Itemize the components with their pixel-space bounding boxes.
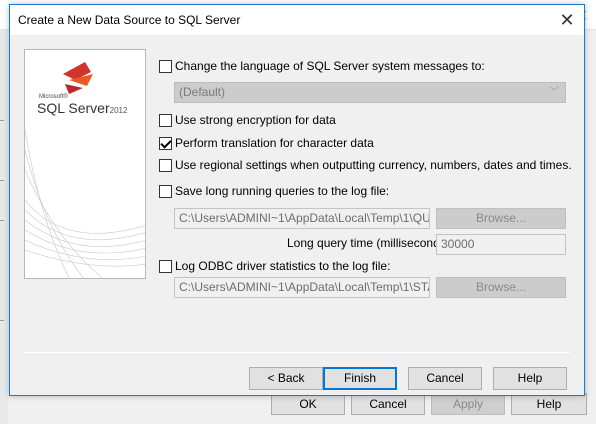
- long-query-log-path: C:\Users\ADMINI~1\AppData\Local\Temp\1\Q…: [174, 208, 430, 229]
- help-button[interactable]: Help: [493, 367, 567, 390]
- log-stats-checkbox[interactable]: [159, 259, 172, 273]
- logo-year: 2012: [109, 106, 128, 115]
- parent-left-edge: [0, 30, 8, 424]
- language-combo: (Default) ﹀: [174, 82, 566, 103]
- parent-cancel-button[interactable]: Cancel: [351, 393, 425, 415]
- strong-encryption-option[interactable]: Use strong encryption for data: [159, 112, 336, 128]
- strong-encryption-checkbox[interactable]: [159, 113, 172, 127]
- parent-edge-mark: [0, 220, 4, 221]
- perform-translation-option[interactable]: Perform translation for character data: [159, 135, 374, 151]
- parent-right-edge: [584, 30, 596, 424]
- parent-ok-button[interactable]: OK: [271, 393, 345, 415]
- change-language-label: Change the language of SQL Server system…: [175, 59, 485, 73]
- create-data-source-dialog: Create a New Data Source to SQL Server ✕: [9, 4, 585, 396]
- parent-apply-button: Apply: [431, 393, 505, 415]
- language-combo-value: (Default): [179, 85, 226, 99]
- parent-edge-mark: [0, 180, 4, 181]
- regional-settings-option[interactable]: Use regional settings when outputting cu…: [159, 157, 572, 173]
- dialog-title: Create a New Data Source to SQL Server: [18, 13, 241, 27]
- regional-settings-label: Use regional settings when outputting cu…: [175, 158, 572, 172]
- parent-help-button[interactable]: Help: [511, 393, 587, 415]
- perform-translation-label: Perform translation for character data: [175, 136, 374, 150]
- sql-server-logo-panel: Microsoft® SQL Server2012: [24, 49, 146, 279]
- close-icon[interactable]: ✕: [550, 5, 584, 35]
- long-query-browse-button: Browse...: [436, 208, 566, 229]
- log-stats-label: Log ODBC driver statistics to the log fi…: [175, 259, 391, 273]
- chevron-down-icon: ﹀: [549, 87, 559, 98]
- stats-log-path: C:\Users\ADMINI~1\AppData\Local\Temp\1\S…: [174, 277, 430, 298]
- parent-edge-mark: [0, 320, 4, 321]
- stats-browse-button: Browse...: [436, 277, 566, 298]
- change-language-checkbox[interactable]: [159, 59, 172, 73]
- save-long-queries-option[interactable]: Save long running queries to the log fil…: [159, 183, 389, 199]
- change-language-option[interactable]: Change the language of SQL Server system…: [159, 58, 485, 74]
- sql-server-logo-icon: [63, 62, 93, 94]
- finish-button[interactable]: Finish: [323, 367, 397, 390]
- regional-settings-checkbox[interactable]: [159, 158, 172, 172]
- strong-encryption-label: Use strong encryption for data: [175, 113, 336, 127]
- logo-brand: SQL Server2012: [37, 100, 127, 116]
- long-query-time-label: Long query time (milliseconds):: [287, 236, 454, 250]
- save-long-queries-checkbox[interactable]: [159, 184, 172, 198]
- perform-translation-checkbox[interactable]: [159, 136, 172, 150]
- long-query-time-field: 30000: [436, 234, 566, 255]
- parent-edge-mark: [0, 120, 4, 121]
- save-long-queries-label: Save long running queries to the log fil…: [175, 184, 390, 198]
- logo-brand-text: SQL Server: [37, 100, 110, 116]
- back-button[interactable]: < Back: [249, 367, 323, 390]
- wave-graphic: [25, 62, 145, 278]
- log-stats-option[interactable]: Log ODBC driver statistics to the log fi…: [159, 258, 390, 274]
- divider: [24, 352, 570, 353]
- cancel-button[interactable]: Cancel: [408, 367, 482, 390]
- dialog-titlebar: Create a New Data Source to SQL Server ✕: [10, 5, 584, 35]
